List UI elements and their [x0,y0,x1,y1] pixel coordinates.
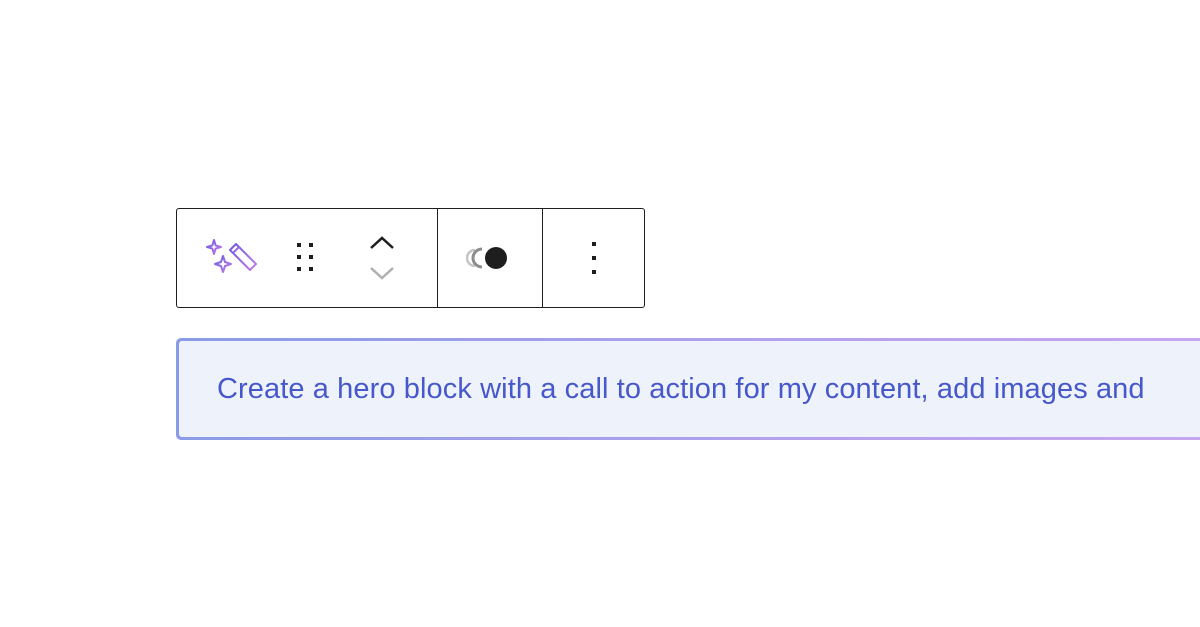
editor-canvas: Create a hero block with a call to actio… [0,0,1200,627]
toolbar-group-options [542,209,644,307]
toolbar-group-style [437,209,542,307]
drag-handle-button[interactable] [283,209,329,307]
block-toolbar [176,208,645,308]
toolbar-group-block [177,209,437,307]
chevron-up-icon [370,236,394,249]
move-up-button[interactable] [362,228,402,258]
block-style-button[interactable] [466,244,514,272]
ai-prompt-box[interactable]: Create a hero block with a call to actio… [176,338,1200,440]
block-movers [329,209,435,307]
chevron-down-icon [370,267,394,280]
drag-handle-icon [297,243,313,271]
magic-wand-sparkles-icon [206,239,257,273]
ai-prompt-text: Create a hero block with a call to actio… [217,372,1145,405]
ai-assistant-button[interactable] [177,209,283,307]
ai-prompt-field[interactable]: Create a hero block with a call to actio… [179,341,1200,437]
block-style-icon [466,247,507,269]
move-down-button[interactable] [362,258,402,288]
more-options-button[interactable] [589,240,599,276]
more-vertical-icon [591,242,596,274]
